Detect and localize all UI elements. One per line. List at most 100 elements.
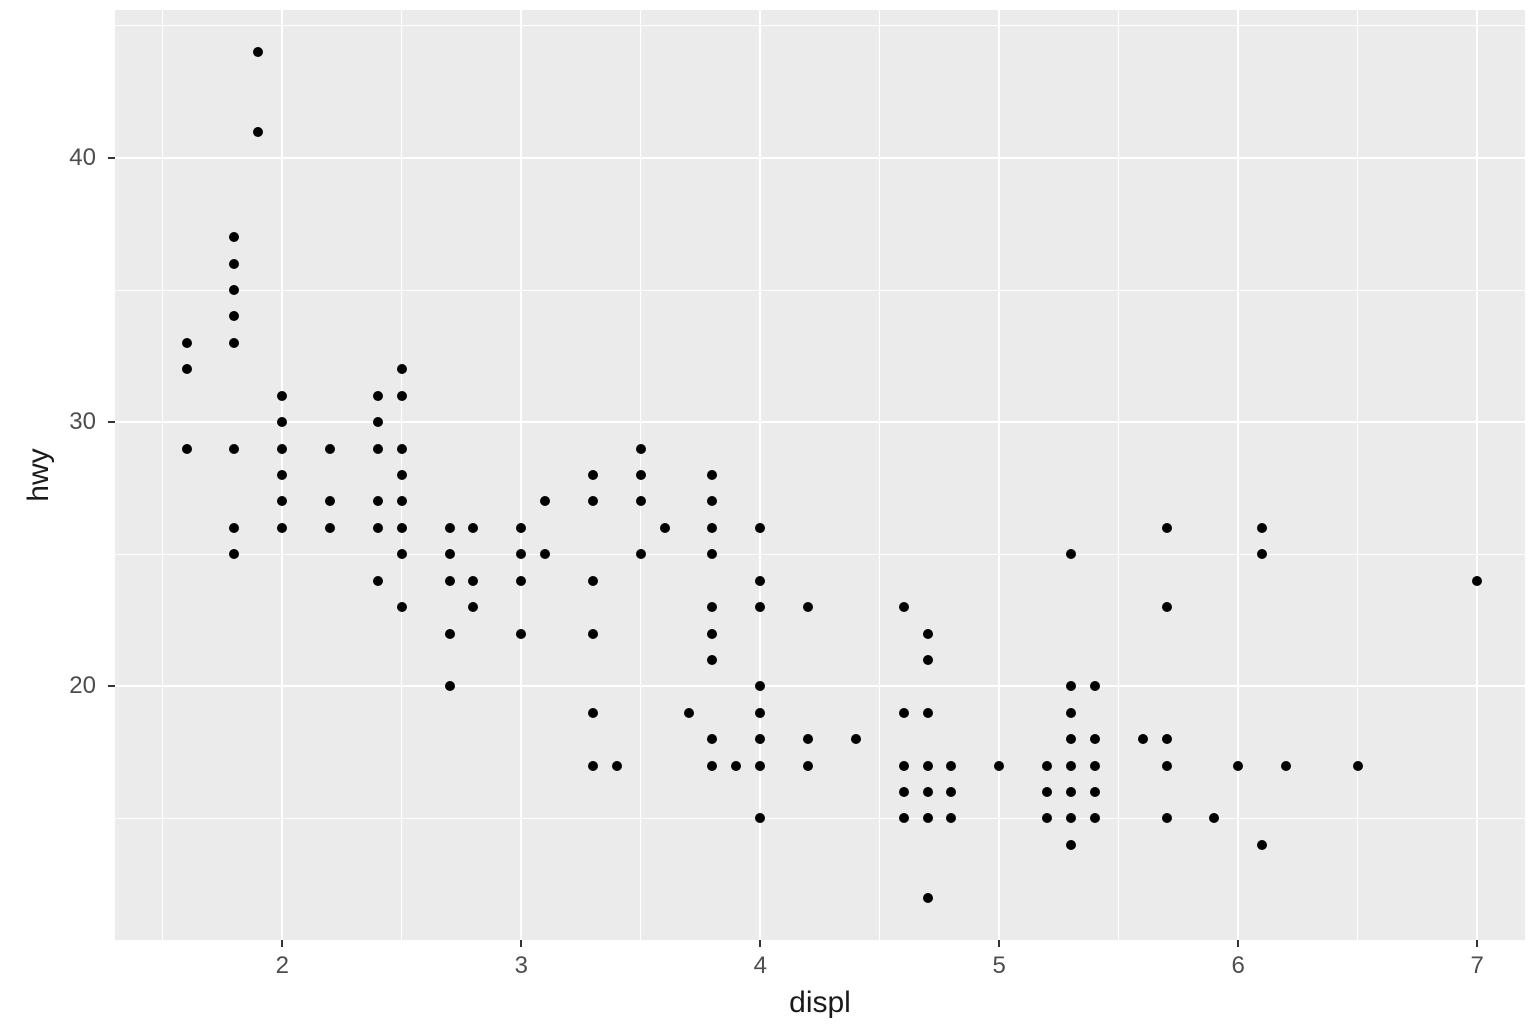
y-tick-label: 30	[69, 408, 96, 436]
data-point	[373, 417, 383, 427]
data-point	[923, 893, 933, 903]
x-tick-label: 6	[1232, 952, 1245, 980]
data-point	[899, 602, 909, 612]
data-point	[182, 338, 192, 348]
data-point	[588, 708, 598, 718]
data-point	[182, 444, 192, 454]
data-point	[445, 549, 455, 559]
data-point	[1281, 761, 1291, 771]
data-point	[397, 470, 407, 480]
data-point	[803, 761, 813, 771]
data-point	[660, 523, 670, 533]
y-tick-label: 40	[69, 144, 96, 172]
x-tick-label: 7	[1471, 952, 1484, 980]
data-point	[1090, 787, 1100, 797]
data-point	[684, 708, 694, 718]
data-point	[899, 787, 909, 797]
gridline-vertical	[759, 10, 761, 940]
data-point	[325, 444, 335, 454]
gridline-vertical	[1118, 10, 1119, 940]
data-point	[325, 523, 335, 533]
data-point	[755, 576, 765, 586]
y-axis-title: hwy	[22, 445, 56, 505]
data-point	[755, 761, 765, 771]
x-tick-label: 5	[993, 952, 1006, 980]
data-point	[923, 655, 933, 665]
data-point	[445, 576, 455, 586]
data-point	[1162, 602, 1172, 612]
data-point	[612, 761, 622, 771]
x-tick-label: 2	[276, 952, 289, 980]
x-tick-label: 4	[754, 952, 767, 980]
y-tick-mark	[108, 157, 115, 159]
data-point	[397, 549, 407, 559]
data-point	[1042, 787, 1052, 797]
data-point	[1472, 576, 1482, 586]
data-point	[923, 629, 933, 639]
data-point	[1066, 840, 1076, 850]
gridline-horizontal	[115, 685, 1525, 687]
data-point	[1090, 761, 1100, 771]
gridline-vertical	[998, 10, 1000, 940]
data-point	[923, 708, 933, 718]
data-point	[277, 391, 287, 401]
gridline-horizontal	[115, 818, 1525, 819]
gridline-horizontal	[115, 157, 1525, 159]
data-point	[1066, 761, 1076, 771]
data-point	[253, 127, 263, 137]
data-point	[1066, 787, 1076, 797]
data-point	[923, 761, 933, 771]
gridline-horizontal	[115, 25, 1525, 26]
data-point	[923, 787, 933, 797]
data-point	[445, 681, 455, 691]
x-axis-title: displ	[780, 986, 860, 1020]
data-point	[636, 470, 646, 480]
data-point	[588, 470, 598, 480]
data-point	[373, 444, 383, 454]
data-point	[1138, 734, 1148, 744]
y-tick-mark	[108, 421, 115, 423]
data-point	[373, 576, 383, 586]
x-tick-mark	[281, 940, 283, 947]
data-point	[373, 523, 383, 533]
data-point	[445, 629, 455, 639]
scatter-chart: displ hwy 234567 203040	[0, 0, 1536, 1024]
data-point	[851, 734, 861, 744]
data-point	[899, 708, 909, 718]
data-point	[1162, 813, 1172, 823]
data-point	[1162, 734, 1172, 744]
data-point	[1353, 761, 1363, 771]
data-point	[731, 761, 741, 771]
gridline-horizontal	[115, 421, 1525, 423]
data-point	[1042, 761, 1052, 771]
y-tick-label: 20	[69, 672, 96, 700]
data-point	[588, 761, 598, 771]
data-point	[636, 549, 646, 559]
x-tick-mark	[1237, 940, 1239, 947]
data-point	[707, 629, 717, 639]
data-point	[373, 391, 383, 401]
data-point	[588, 629, 598, 639]
gridline-horizontal	[115, 554, 1525, 555]
gridline-vertical	[1357, 10, 1358, 940]
data-point	[588, 576, 598, 586]
gridline-horizontal	[115, 290, 1525, 291]
gridline-vertical	[879, 10, 880, 940]
data-point	[1233, 761, 1243, 771]
x-tick-mark	[759, 940, 761, 947]
data-point	[516, 576, 526, 586]
data-point	[397, 523, 407, 533]
data-point	[397, 391, 407, 401]
x-tick-mark	[520, 940, 522, 947]
data-point	[1090, 734, 1100, 744]
data-point	[1066, 708, 1076, 718]
data-point	[923, 813, 933, 823]
data-point	[1257, 523, 1267, 533]
data-point	[397, 602, 407, 612]
data-point	[277, 444, 287, 454]
gridline-vertical	[162, 10, 163, 940]
plot-panel	[115, 10, 1525, 940]
data-point	[1162, 761, 1172, 771]
gridline-vertical	[1237, 10, 1239, 940]
data-point	[397, 444, 407, 454]
